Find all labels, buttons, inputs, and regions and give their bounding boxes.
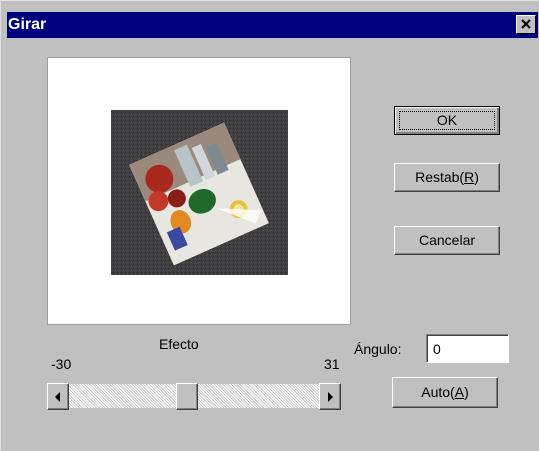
effect-max-label: 31 <box>324 356 340 372</box>
reset-button[interactable]: Restab(R) <box>394 163 500 192</box>
close-button[interactable] <box>516 15 536 34</box>
reset-label-mnemonic: R <box>464 169 475 185</box>
arrow-right-icon <box>328 392 333 402</box>
rotate-dialog: Girar OK Restab(R) Cancelar Efecto -30 3… <box>0 0 539 451</box>
effect-slider[interactable] <box>47 383 341 410</box>
arrow-left-icon <box>55 392 60 402</box>
reset-label-suffix: ) <box>474 169 479 185</box>
title-bar[interactable]: Girar <box>7 12 538 38</box>
cancel-label: Cancelar <box>418 232 476 248</box>
slider-thumb[interactable] <box>176 383 199 410</box>
auto-label-suffix: ) <box>464 384 469 400</box>
ok-button[interactable]: OK <box>394 106 500 135</box>
preview-image <box>111 110 288 275</box>
window-title: Girar <box>8 16 47 33</box>
preview-area <box>47 57 351 325</box>
focus-rect <box>399 111 495 130</box>
close-icon <box>521 19 531 29</box>
auto-button[interactable]: Auto(A) <box>392 377 498 408</box>
angle-label: Ángulo: <box>354 341 402 357</box>
angle-input[interactable] <box>426 334 509 363</box>
effect-label: Efecto <box>159 336 199 352</box>
auto-label-prefix: Auto( <box>421 384 455 400</box>
auto-label-mnemonic: A <box>454 384 465 400</box>
scroll-right-button[interactable] <box>319 383 341 410</box>
scroll-left-button[interactable] <box>47 383 69 410</box>
effect-min-label: -30 <box>51 356 72 372</box>
reset-label-prefix: Restab( <box>415 169 465 185</box>
cancel-button[interactable]: Cancelar <box>394 226 500 255</box>
